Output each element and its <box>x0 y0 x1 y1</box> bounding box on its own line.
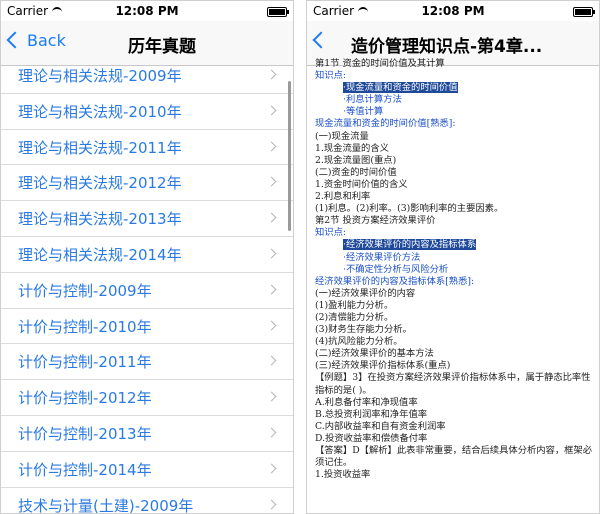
chevron-right-icon <box>266 212 277 223</box>
back-button[interactable]: Back <box>6 31 66 50</box>
answer-option: A.利息备付率和净现值率 <box>315 396 418 408</box>
battery-icon <box>573 7 595 17</box>
exam-list: 理论与相关法规-2009年 理论与相关法规-2010年 理论与相关法规-2011… <box>1 58 293 514</box>
content-line: (三)经济效果评价指标体系(重点) <box>315 360 451 372</box>
topic-link[interactable]: ·经济效果评价的内容及指标体系 <box>315 239 593 251</box>
status-time: 12:08 PM <box>115 4 179 18</box>
content-line: (1)利息。(2)利率。(3)影响利率的主要因素。 <box>315 203 504 215</box>
selected-topic: ·现金流量和资金的时间价值 <box>343 82 458 94</box>
chevron-right-icon <box>266 499 277 510</box>
knowledge-label: 知识点: <box>315 70 347 82</box>
list-item-label: 计价与控制-2009年 <box>18 281 152 300</box>
list-item[interactable]: 理论与相关法规-2013年 <box>1 201 293 237</box>
list-item-label: 技术与计量(土建)-2009年 <box>18 496 194 514</box>
status-bar: Carrier 12:08 PM <box>307 1 599 21</box>
article-content: 第1节 资金的时间价值及其计算 知识点: ·现金流量和资金的时间价值 ·利息计算… <box>315 58 593 481</box>
topic-link[interactable]: ·利息计算方法 <box>315 94 593 106</box>
list-item[interactable]: 计价与控制-2011年 <box>1 344 293 381</box>
page-title: 历年真题 <box>128 37 196 57</box>
content-line: 1.投资收益率 <box>315 469 371 481</box>
list-item[interactable]: 理论与相关法规-2009年 <box>1 58 293 94</box>
topic-link[interactable]: ·不确定性分析与风险分析 <box>315 264 593 276</box>
list-item-label: 计价与控制-2010年 <box>18 317 152 336</box>
list-item[interactable]: 计价与控制-2013年 <box>1 416 293 452</box>
scroll-indicator[interactable] <box>288 81 291 231</box>
list-item[interactable]: 计价与控制-2014年 <box>1 452 293 488</box>
subsection-heading: 经济效果评价的内容及指标体系[熟悉]: <box>315 275 475 287</box>
list-item-label: 计价与控制-2012年 <box>18 389 152 408</box>
content-line: (一)现金流量 <box>315 130 369 142</box>
list-item-label: 理论与相关法规-2012年 <box>18 174 182 193</box>
chevron-right-icon <box>266 141 277 152</box>
chevron-right-icon <box>266 427 277 438</box>
chevron-right-icon <box>266 69 277 80</box>
answer-explanation: 【答案】D【解析】此表非常重要，结合后续具体分析内容，框架必须记住。 <box>315 445 593 469</box>
list-item-label: 计价与控制-2013年 <box>18 424 152 443</box>
list-item[interactable]: 理论与相关法规-2010年 <box>1 94 293 130</box>
content-line: 2.利息和利率 <box>315 191 371 203</box>
answer-option: C.内部收益率和自有资金利润率 <box>315 420 446 432</box>
list-item-label: 理论与相关法规-2011年 <box>18 138 182 157</box>
content-line: (二)经济效果评价的基本方法 <box>315 348 434 360</box>
list-item[interactable]: 理论与相关法规-2014年 <box>1 237 293 273</box>
left-screen: Carrier 12:08 PM Back 历年真题 理论与相关法规-2009年… <box>0 0 294 514</box>
content-line: 1.资金时间价值的含义 <box>315 178 408 190</box>
content-line: (3)财务生存能力分析。 <box>315 324 412 336</box>
list-item-label: 理论与相关法规-2013年 <box>18 210 182 229</box>
section-heading: 第1节 资金的时间价值及其计算 <box>315 58 445 69</box>
subsection-heading: 现金流量和资金的时间价值[熟悉]: <box>315 118 456 130</box>
list-item-label: 理论与相关法规-2009年 <box>18 67 182 85</box>
content-line: (二)资金的时间价值 <box>315 166 397 178</box>
list-item-label: 理论与相关法规-2014年 <box>18 245 182 264</box>
chevron-left-icon <box>6 31 24 49</box>
list-item-label: 理论与相关法规-2010年 <box>18 102 182 121</box>
content-line: (1)盈利能力分析。 <box>315 299 394 311</box>
knowledge-label: 知识点: <box>315 227 347 239</box>
chevron-right-icon <box>266 248 277 259</box>
chevron-right-icon <box>266 463 277 474</box>
list-item[interactable]: 理论与相关法规-2012年 <box>1 165 293 202</box>
topic-link[interactable]: ·经济效果评价方法 <box>315 252 593 264</box>
status-bar: Carrier 12:08 PM <box>1 1 293 21</box>
list-item[interactable]: 计价与控制-2012年 <box>1 380 293 416</box>
back-label: Back <box>27 31 66 50</box>
list-item[interactable]: 计价与控制-2009年 <box>1 273 293 309</box>
selected-topic: ·经济效果评价的内容及指标体系 <box>343 239 477 251</box>
list-item-label: 计价与控制-2014年 <box>18 460 152 479</box>
answer-option: B.总投资利润率和净年值率 <box>315 408 428 420</box>
chevron-right-icon <box>266 176 277 187</box>
section-heading: 第2节 投资方案经济效果评价 <box>315 215 436 227</box>
topic-link[interactable]: ·现金流量和资金的时间价值 <box>315 82 593 94</box>
content-line: 2.现金流量图(重点) <box>315 154 397 166</box>
content-line: (2)清偿能力分析。 <box>315 311 394 323</box>
chevron-left-icon <box>312 31 330 49</box>
content-line: (一)经济效果评价的内容 <box>315 287 416 299</box>
chevron-right-icon <box>266 105 277 116</box>
content-line: 1.现金流量的含义 <box>315 142 389 154</box>
list-item-label: 计价与控制-2011年 <box>18 353 152 372</box>
answer-option: D.投资收益率和偿债备付率 <box>315 432 428 444</box>
status-time: 12:08 PM <box>421 4 485 18</box>
list-item[interactable]: 技术与计量(土建)-2009年 <box>1 488 293 514</box>
chevron-right-icon <box>266 320 277 331</box>
topic-link[interactable]: ·等值计算 <box>315 106 593 118</box>
example-question: 【例题】3】在投资方案经济效果评价指标体系中，属于静态比率性指标的是( )。 <box>315 372 591 396</box>
right-screen: Carrier 12:08 PM 造价管理知识点-第4章... 第1节 资金的时… <box>306 0 600 514</box>
page-title: 造价管理知识点-第4章... <box>351 37 543 57</box>
content-line: (4)抗风险能力分析。 <box>315 336 403 348</box>
chevron-right-icon <box>266 355 277 366</box>
chevron-right-icon <box>266 284 277 295</box>
list-item[interactable]: 计价与控制-2010年 <box>1 309 293 345</box>
list-item[interactable]: 理论与相关法规-2011年 <box>1 130 293 166</box>
chevron-right-icon <box>266 391 277 402</box>
back-button[interactable] <box>312 31 330 50</box>
battery-icon <box>267 7 289 17</box>
